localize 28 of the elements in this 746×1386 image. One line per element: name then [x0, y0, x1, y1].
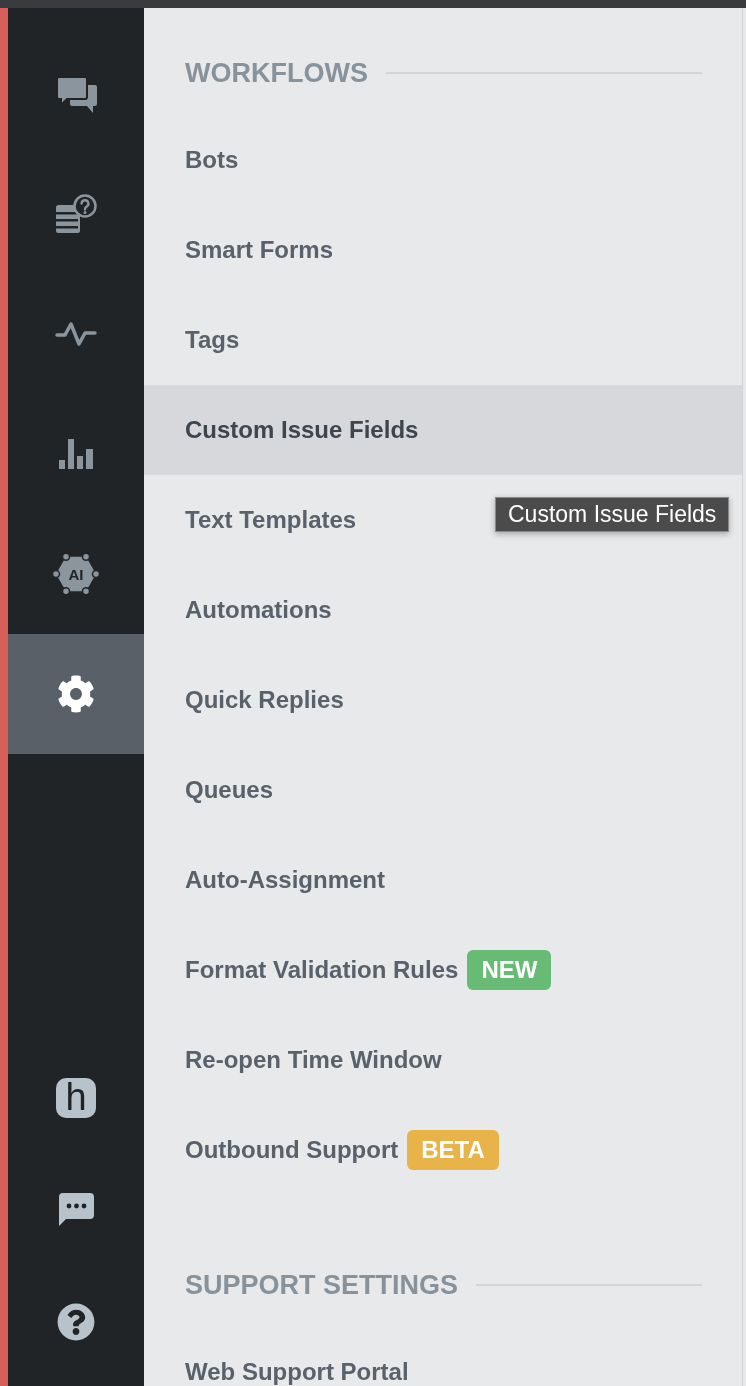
document-question-icon — [55, 194, 97, 234]
help-icon[interactable] — [57, 1303, 95, 1341]
menu-item[interactable]: Queues — [185, 778, 274, 802]
menu-item[interactable]: Automations — [185, 598, 332, 622]
chat-bubbles-icon — [55, 75, 97, 113]
menu-item[interactable]: Bots — [185, 148, 239, 172]
pulse-line-icon — [55, 321, 97, 347]
h-logo[interactable]: h — [56, 1078, 96, 1118]
nav-button[interactable]: AI — [8, 514, 144, 634]
menu-item[interactable]: Web Support Portal — [185, 1360, 409, 1384]
tag-badge: NEW — [467, 950, 552, 990]
menu-item[interactable]: Custom Issue Fields — [185, 418, 419, 442]
chat-dots-icon[interactable] — [58, 1193, 94, 1227]
bar-chart-icon — [59, 439, 93, 469]
tooltip: Custom Issue Fields — [495, 497, 730, 532]
nav-button[interactable] — [8, 634, 144, 754]
menu-item[interactable]: Auto-Assignment — [185, 868, 385, 892]
menu-item[interactable]: Re-open Time Window — [185, 1048, 442, 1072]
menu-item[interactable]: Text Templates — [185, 508, 357, 532]
menu-item[interactable]: Format Validation Rules — [185, 958, 459, 982]
menu-item[interactable]: Tags — [185, 328, 240, 352]
section-heading: SUPPORT SETTINGS — [185, 1270, 459, 1300]
menu-item[interactable]: Outbound Support — [185, 1138, 399, 1162]
settings-icon — [57, 675, 95, 713]
section-heading: WORKFLOWS — [185, 58, 368, 88]
menu-item[interactable]: Smart Forms — [185, 238, 334, 262]
menu-item[interactable]: Quick Replies — [185, 688, 344, 712]
tag-badge: BETA — [407, 1130, 499, 1170]
